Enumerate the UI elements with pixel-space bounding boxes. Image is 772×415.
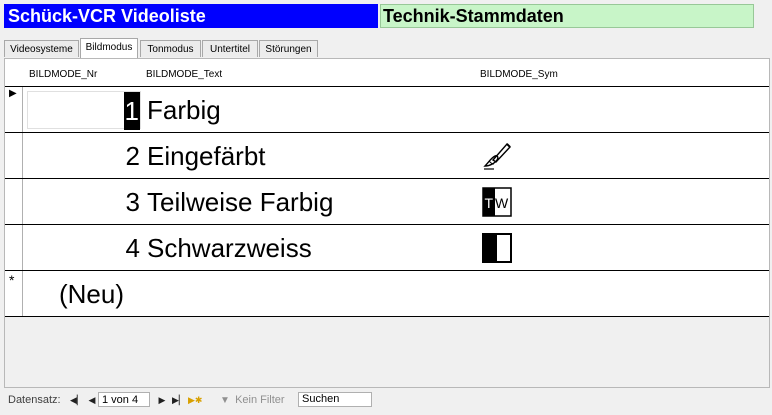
cell-sym[interactable]: [481, 140, 513, 172]
cell-nr[interactable]: 1: [27, 91, 141, 130]
app-title: Schück-VCR Videoliste: [4, 4, 378, 28]
tab-tonmodus[interactable]: Tonmodus: [140, 40, 201, 57]
form-title: Technik-Stammdaten: [380, 4, 754, 28]
cell-text[interactable]: Teilweise Farbig: [147, 183, 333, 221]
half-black-white-icon: [482, 233, 512, 263]
cell-nr[interactable]: 4: [27, 229, 141, 267]
tab-bildmodus[interactable]: Bildmodus: [80, 38, 138, 58]
pen-hand-icon: [483, 142, 511, 170]
tab-stoerungen[interactable]: Störungen: [259, 40, 318, 57]
cell-nr-value: 2: [125, 141, 140, 171]
filter-label: Kein Filter: [235, 394, 285, 406]
table-row[interactable]: ▶ 1 Farbig: [5, 86, 769, 132]
cell-nr-value: 4: [125, 233, 140, 263]
datasheet-empty-area: [5, 317, 769, 387]
record-selector[interactable]: [5, 133, 23, 178]
column-header-text[interactable]: BILDMODE_Text: [146, 69, 222, 80]
tw-badge-icon: T W: [482, 187, 512, 217]
new-record-row[interactable]: * (Neu): [5, 270, 769, 317]
app-window: Schück-VCR Videoliste Technik-Stammdaten…: [0, 0, 772, 415]
cell-sym[interactable]: [481, 232, 513, 264]
last-record-icon[interactable]: ▶▏: [172, 392, 186, 408]
column-header-row: BILDMODE_Nr BILDMODE_Text BILDMODE_Sym: [5, 59, 769, 86]
record-selector[interactable]: ▶: [5, 87, 23, 132]
new-record-icon[interactable]: ▶✱: [188, 392, 202, 408]
tw-badge-letter-t: T: [485, 195, 494, 211]
column-header-nr[interactable]: BILDMODE_Nr: [29, 69, 97, 80]
current-record-arrow-icon: ▶: [9, 88, 17, 99]
table-row[interactable]: 4 Schwarzweiss: [5, 224, 769, 271]
cell-text[interactable]: Eingefärbt: [147, 137, 266, 175]
cell-nr[interactable]: 3: [27, 183, 141, 221]
search-input[interactable]: Suchen: [298, 392, 372, 407]
first-record-icon[interactable]: ◀▏: [70, 392, 84, 408]
table-row[interactable]: 2 Eingefärbt: [5, 132, 769, 178]
record-selector[interactable]: [5, 225, 23, 270]
record-selector[interactable]: [5, 179, 23, 224]
table-row[interactable]: 3 Teilweise Farbig T W: [5, 178, 769, 224]
record-label: Datensatz:: [8, 394, 61, 406]
tab-videosysteme[interactable]: Videosysteme: [4, 40, 79, 57]
record-selector[interactable]: *: [5, 271, 23, 316]
cell-text[interactable]: Farbig: [147, 91, 221, 129]
new-record-asterisk-icon: *: [9, 272, 15, 288]
cell-sym[interactable]: [481, 94, 513, 126]
cell-nr-value: 3: [125, 187, 140, 217]
tw-badge-letter-w: W: [495, 195, 509, 211]
new-record-placeholder[interactable]: (Neu): [59, 275, 124, 313]
column-header-sym[interactable]: BILDMODE_Sym: [480, 69, 558, 80]
current-record-field[interactable]: 1 von 4: [98, 392, 150, 407]
record-navigation-bar: Datensatz: ◀▏ ◀ 1 von 4 ▶ ▶▏ ▶✱ ▼ Kein F…: [4, 390, 770, 410]
next-record-icon[interactable]: ▶: [156, 392, 168, 408]
cell-sym[interactable]: T W: [481, 186, 513, 218]
cell-text[interactable]: Schwarzweiss: [147, 229, 312, 267]
previous-record-icon[interactable]: ◀: [86, 392, 98, 408]
cell-nr[interactable]: 2: [27, 137, 141, 175]
tab-untertitel[interactable]: Untertitel: [202, 40, 258, 57]
filter-icon: ▼: [220, 395, 230, 406]
cell-nr-value: 1: [123, 92, 140, 130]
filter-status[interactable]: ▼ Kein Filter: [220, 392, 285, 409]
datasheet: BILDMODE_Nr BILDMODE_Text BILDMODE_Sym ▶…: [4, 58, 770, 388]
